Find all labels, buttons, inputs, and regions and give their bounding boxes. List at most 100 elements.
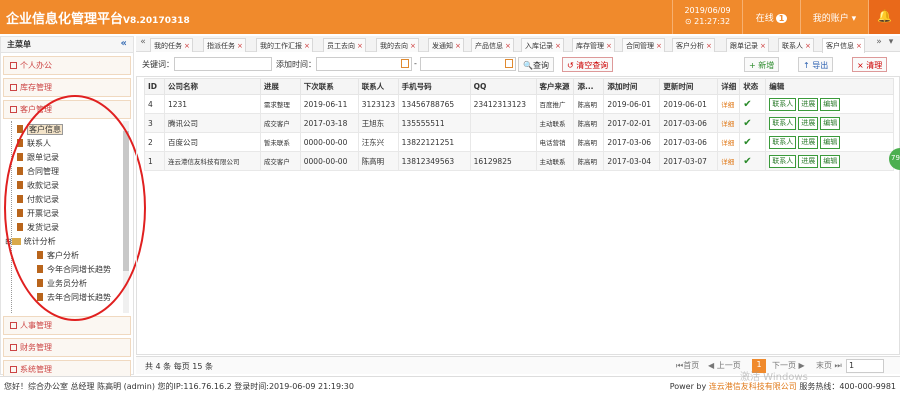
tree-item-statistics[interactable]: ⊟ 统计分析 — [5, 236, 56, 249]
close-icon[interactable]: × — [357, 42, 363, 50]
close-icon[interactable]: × — [805, 42, 811, 50]
col-company[interactable]: 公司名称 — [163, 78, 261, 95]
section-hr[interactable]: 人事管理 — [3, 316, 131, 335]
collapse-sidebar-icon[interactable]: « — [121, 38, 127, 49]
tree-item-customer-analysis[interactable]: 客户分析 — [37, 250, 79, 263]
tree-item-shipments[interactable]: 发货记录 — [17, 222, 59, 235]
prev-page-button[interactable]: ◀ 上一页 — [708, 359, 741, 373]
close-icon[interactable]: × — [606, 42, 612, 50]
query-button[interactable]: 🔍查询 — [518, 57, 554, 72]
tab-scroll-right-icon[interactable]: » — [874, 37, 884, 51]
bell-icon[interactable]: 🔔 — [868, 0, 900, 34]
tab-contacts[interactable]: 联系人 × — [778, 38, 814, 52]
tree-item-contacts[interactable]: 联系人 — [17, 138, 51, 151]
last-page-button[interactable]: 末页 ⏭ — [816, 359, 842, 373]
edit-button[interactable]: 编辑 — [820, 154, 841, 168]
page-number-input[interactable]: 1 — [846, 359, 884, 373]
close-icon[interactable]: × — [237, 42, 243, 50]
export-button[interactable]: ↑ 导出 — [798, 57, 834, 72]
close-icon[interactable]: × — [505, 42, 511, 50]
calendar-icon[interactable] — [505, 59, 513, 68]
close-icon[interactable]: × — [856, 42, 862, 50]
section-customer-mgmt[interactable]: 客户管理 — [3, 100, 131, 119]
progress-button[interactable]: 进展 — [798, 154, 819, 168]
add-button[interactable]: + 新增 — [744, 57, 780, 72]
detail-link[interactable]: 详细 — [717, 132, 741, 152]
tab-staff-whereabouts[interactable]: 员工去向 × — [323, 38, 366, 52]
company-link[interactable]: 连云港信友科技有限公司 — [709, 382, 797, 391]
edit-button[interactable]: 编辑 — [820, 135, 841, 149]
contacts-button[interactable]: 联系人 — [769, 135, 797, 149]
col-id[interactable]: ID — [144, 78, 165, 95]
tab-contracts[interactable]: 合同管理 × — [622, 38, 665, 52]
tab-my-tasks[interactable]: 我的任务 × — [150, 38, 193, 52]
tab-inventory[interactable]: 库存管理 × — [572, 38, 615, 52]
progress-button[interactable]: 进展 — [798, 97, 819, 111]
table-row[interactable]: 3 腾讯公司 成交客户 2017-03-18 王旭东 135555511 主动联… — [144, 113, 894, 133]
tab-menu-icon[interactable]: ▾ — [886, 37, 896, 51]
col-progress[interactable]: 进展 — [259, 78, 301, 95]
col-contact[interactable]: 联系人 — [357, 78, 399, 95]
col-mobile[interactable]: 手机号码 — [397, 78, 471, 95]
tab-followup[interactable]: 跟单记录 × — [726, 38, 769, 52]
table-row[interactable]: 1 连云港信友科技有限公司 成交客户 0000-00-00 陈高明 138123… — [144, 151, 894, 171]
section-personal-office[interactable]: 个人办公 — [3, 56, 131, 75]
tree-item-receipts[interactable]: 收款记录 — [17, 180, 59, 193]
online-users[interactable]: 在线 1 — [742, 0, 800, 34]
col-qq[interactable]: QQ — [469, 78, 537, 95]
tab-assigned-tasks[interactable]: 指派任务 × — [203, 38, 246, 52]
tab-my-whereabouts[interactable]: 我的去向 × — [376, 38, 419, 52]
table-row[interactable]: 2 百度公司 暂未联系 0000-00-00 汪东兴 13822121251 电… — [144, 132, 894, 152]
tab-send-notice[interactable]: 发通知 × — [428, 38, 464, 52]
tree-item-invoices[interactable]: 开票记录 — [17, 208, 59, 221]
contacts-button[interactable]: 联系人 — [769, 116, 797, 130]
close-icon[interactable]: × — [555, 42, 561, 50]
col-adder[interactable]: 添... — [573, 78, 605, 95]
tree-item-salesman-analysis[interactable]: 业务员分析 — [37, 278, 87, 291]
close-icon[interactable]: × — [760, 42, 766, 50]
col-next-contact[interactable]: 下次联系 — [299, 78, 359, 95]
tree-item-followup[interactable]: 跟单记录 — [17, 152, 59, 165]
tab-customer-analysis[interactable]: 客户分析 × — [672, 38, 715, 52]
section-finance[interactable]: 财务管理 — [3, 338, 131, 357]
tab-stock-in[interactable]: 入库记录 × — [521, 38, 564, 52]
close-icon[interactable]: × — [304, 42, 310, 50]
contacts-button[interactable]: 联系人 — [769, 154, 797, 168]
close-icon[interactable]: × — [184, 42, 190, 50]
my-account-menu[interactable]: 我的账户 ▾ — [800, 0, 868, 34]
end-date-input[interactable] — [420, 57, 516, 71]
section-inventory[interactable]: 库存管理 — [3, 78, 131, 97]
tree-scrollbar[interactable] — [123, 121, 129, 313]
close-icon[interactable]: × — [455, 42, 461, 50]
first-page-button[interactable]: ⏮首页 — [676, 359, 699, 373]
tree-item-contract-growth-this-year[interactable]: 今年合同增长趋势 — [37, 264, 111, 277]
calendar-icon[interactable] — [401, 59, 409, 68]
keyword-input[interactable] — [174, 57, 272, 71]
tab-scroll-left-icon[interactable]: « — [138, 37, 148, 51]
close-icon[interactable]: × — [410, 42, 416, 50]
edit-button[interactable]: 编辑 — [820, 116, 841, 130]
detail-link[interactable]: 详细 — [717, 113, 741, 133]
clear-query-button[interactable]: ↺ 清空查询 — [562, 57, 614, 72]
close-icon[interactable]: × — [706, 42, 712, 50]
tab-customer-info[interactable]: 客户信息 × — [822, 38, 865, 53]
progress-button[interactable]: 进展 — [798, 116, 819, 130]
tab-product-info[interactable]: 产品信息 × — [471, 38, 514, 52]
detail-link[interactable]: 详细 — [717, 151, 741, 171]
tree-item-contracts[interactable]: 合同管理 — [17, 166, 59, 179]
col-source[interactable]: 客户来源 — [535, 78, 575, 95]
start-date-input[interactable] — [316, 57, 412, 71]
edit-button[interactable]: 编辑 — [820, 97, 841, 111]
close-icon[interactable]: × — [656, 42, 662, 50]
detail-link[interactable]: 详细 — [717, 94, 741, 114]
scrollbar-thumb[interactable] — [123, 131, 129, 271]
purge-button[interactable]: × 清理 — [852, 57, 888, 72]
tree-item-customer-info[interactable]: 客户信息 — [17, 124, 63, 137]
progress-button[interactable]: 进展 — [798, 135, 819, 149]
col-updated-time[interactable]: 更新时间 — [659, 78, 719, 95]
table-row[interactable]: 4 1231 需求整理 2019-06-11 3123123 134567887… — [144, 94, 894, 114]
contacts-button[interactable]: 联系人 — [769, 97, 797, 111]
tree-item-payments[interactable]: 付款记录 — [17, 194, 59, 207]
tab-work-report[interactable]: 我的工作汇报 × — [256, 38, 313, 52]
tree-item-contract-growth-last-year[interactable]: 去年合同增长趋势 — [37, 292, 111, 305]
